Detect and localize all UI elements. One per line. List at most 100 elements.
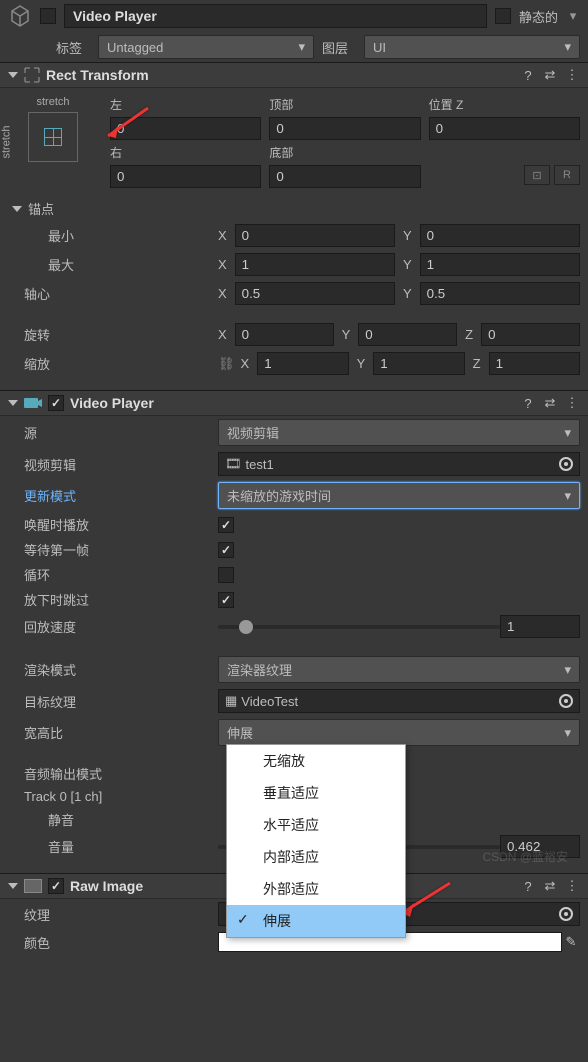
rot-x-input[interactable]: [235, 323, 334, 346]
x-label: X: [241, 356, 250, 371]
rect-transform-icon: [24, 67, 40, 83]
tag-dropdown[interactable]: Untagged ▾: [98, 35, 314, 59]
anchor-h-label: stretch: [36, 96, 69, 108]
videoclip-asset-icon: 🎞: [225, 456, 242, 472]
layer-value: UI: [373, 40, 386, 55]
posz-input[interactable]: [429, 117, 580, 140]
x-label: X: [218, 228, 227, 243]
clip-object-field[interactable]: 🎞 test1: [218, 452, 580, 476]
popup-option-stretch[interactable]: ✓伸展: [227, 905, 405, 937]
anchor-v-label: stretch: [1, 125, 13, 158]
popup-option-no-scaling[interactable]: 无缩放: [227, 745, 405, 777]
scale-label: 缩放: [8, 354, 218, 373]
play-on-awake-checkbox[interactable]: [218, 517, 234, 533]
static-dropdown-icon[interactable]: ▾: [566, 9, 580, 23]
track-label: Track 0 [1 ch]: [8, 789, 218, 804]
foldout-icon: [8, 883, 18, 889]
help-icon[interactable]: ?: [520, 67, 536, 83]
layer-dropdown[interactable]: UI ▾: [364, 35, 580, 59]
help-icon[interactable]: ?: [520, 395, 536, 411]
menu-icon[interactable]: ⋮: [564, 878, 580, 894]
watermark: CSDN @蓝裕安: [482, 848, 568, 865]
rect-transform-header[interactable]: Rect Transform ? ⇄ ⋮: [0, 62, 588, 88]
source-dropdown[interactable]: 视频剪辑▾: [218, 419, 580, 446]
aspect-ratio-dropdown[interactable]: 伸展 ▾: [218, 719, 580, 746]
loop-label: 循环: [8, 565, 218, 584]
skip-on-drop-checkbox[interactable]: [218, 592, 234, 608]
y-label: Y: [403, 257, 412, 272]
static-label: 静态的: [519, 7, 558, 26]
target-texture-value: VideoTest: [241, 694, 555, 709]
target-texture-field[interactable]: ▦ VideoTest: [218, 689, 580, 713]
pivot-x-input[interactable]: [235, 282, 395, 305]
menu-icon[interactable]: ⋮: [564, 67, 580, 83]
render-mode-value: 渲染器纹理: [227, 660, 292, 679]
z-label: Z: [473, 356, 481, 371]
foldout-icon: [8, 72, 18, 78]
anchor-preset-button[interactable]: stretch stretch: [8, 96, 98, 188]
rotation-label: 旋转: [8, 325, 218, 344]
help-icon[interactable]: ?: [520, 878, 536, 894]
video-player-icon: [24, 396, 42, 410]
playback-speed-input[interactable]: [500, 615, 580, 638]
preset-icon[interactable]: ⇄: [542, 395, 558, 411]
x-label: X: [218, 327, 227, 342]
object-picker-icon[interactable]: [559, 907, 573, 921]
y-label: Y: [357, 356, 366, 371]
x-label: X: [218, 257, 227, 272]
playback-speed-slider[interactable]: [218, 625, 500, 629]
gameobject-name-input[interactable]: [64, 4, 487, 28]
y-label: Y: [403, 228, 412, 243]
preset-icon[interactable]: ⇄: [542, 67, 558, 83]
eyedropper-icon[interactable]: ✎: [562, 934, 580, 950]
pivot-y-input[interactable]: [420, 282, 580, 305]
chevron-down-icon: ▾: [564, 725, 571, 741]
playback-speed-label: 回放速度: [8, 617, 218, 636]
static-checkbox[interactable]: [495, 8, 511, 24]
active-checkbox[interactable]: [40, 8, 56, 24]
popup-option-fit-outside[interactable]: 外部适应: [227, 873, 405, 905]
object-picker-icon[interactable]: [559, 457, 573, 471]
texture-label: 纹理: [8, 905, 218, 924]
aspect-ratio-value: 伸展: [227, 723, 253, 742]
clip-label: 视频剪辑: [8, 455, 218, 474]
popup-option-fit-horizontally[interactable]: 水平适应: [227, 809, 405, 841]
source-value: 视频剪辑: [227, 423, 279, 442]
color-label: 颜色: [8, 933, 218, 952]
preset-icon[interactable]: ⇄: [542, 878, 558, 894]
anchor-max-x-input[interactable]: [235, 253, 395, 276]
update-mode-value: 未缩放的游戏时间: [227, 486, 331, 505]
anchor-min-y-input[interactable]: [420, 224, 580, 247]
top-input[interactable]: [269, 117, 420, 140]
constrain-scale-icon[interactable]: ⛓: [218, 356, 235, 372]
rot-z-input[interactable]: [481, 323, 580, 346]
update-mode-dropdown[interactable]: 未缩放的游戏时间▾: [218, 482, 580, 509]
popup-option-fit-inside[interactable]: 内部适应: [227, 841, 405, 873]
render-mode-dropdown[interactable]: 渲染器纹理▾: [218, 656, 580, 683]
min-label: 最小: [8, 226, 218, 245]
scale-z-input[interactable]: [489, 352, 580, 375]
scale-x-input[interactable]: [257, 352, 348, 375]
popup-option-label: 伸展: [263, 913, 291, 929]
blueprint-mode-button[interactable]: ⊡: [524, 165, 550, 185]
component-enabled-checkbox[interactable]: [48, 878, 64, 894]
object-picker-icon[interactable]: [559, 694, 573, 708]
wait-first-frame-checkbox[interactable]: [218, 542, 234, 558]
scale-y-input[interactable]: [373, 352, 464, 375]
rot-y-input[interactable]: [358, 323, 457, 346]
wait-first-frame-label: 等待第一帧: [8, 540, 218, 559]
top-label: 顶部: [269, 96, 420, 113]
right-input[interactable]: [110, 165, 261, 188]
anchor-max-y-input[interactable]: [420, 253, 580, 276]
loop-checkbox[interactable]: [218, 567, 234, 583]
anchor-min-x-input[interactable]: [235, 224, 395, 247]
raw-edit-button[interactable]: R: [554, 165, 580, 185]
video-player-header[interactable]: Video Player ? ⇄ ⋮: [0, 390, 588, 416]
popup-option-fit-vertically[interactable]: 垂直适应: [227, 777, 405, 809]
posz-label: 位置 Z: [429, 96, 580, 113]
bottom-input[interactable]: [269, 165, 420, 188]
foldout-icon[interactable]: [12, 206, 22, 212]
menu-icon[interactable]: ⋮: [564, 395, 580, 411]
render-mode-label: 渲染模式: [8, 660, 218, 679]
component-enabled-checkbox[interactable]: [48, 395, 64, 411]
